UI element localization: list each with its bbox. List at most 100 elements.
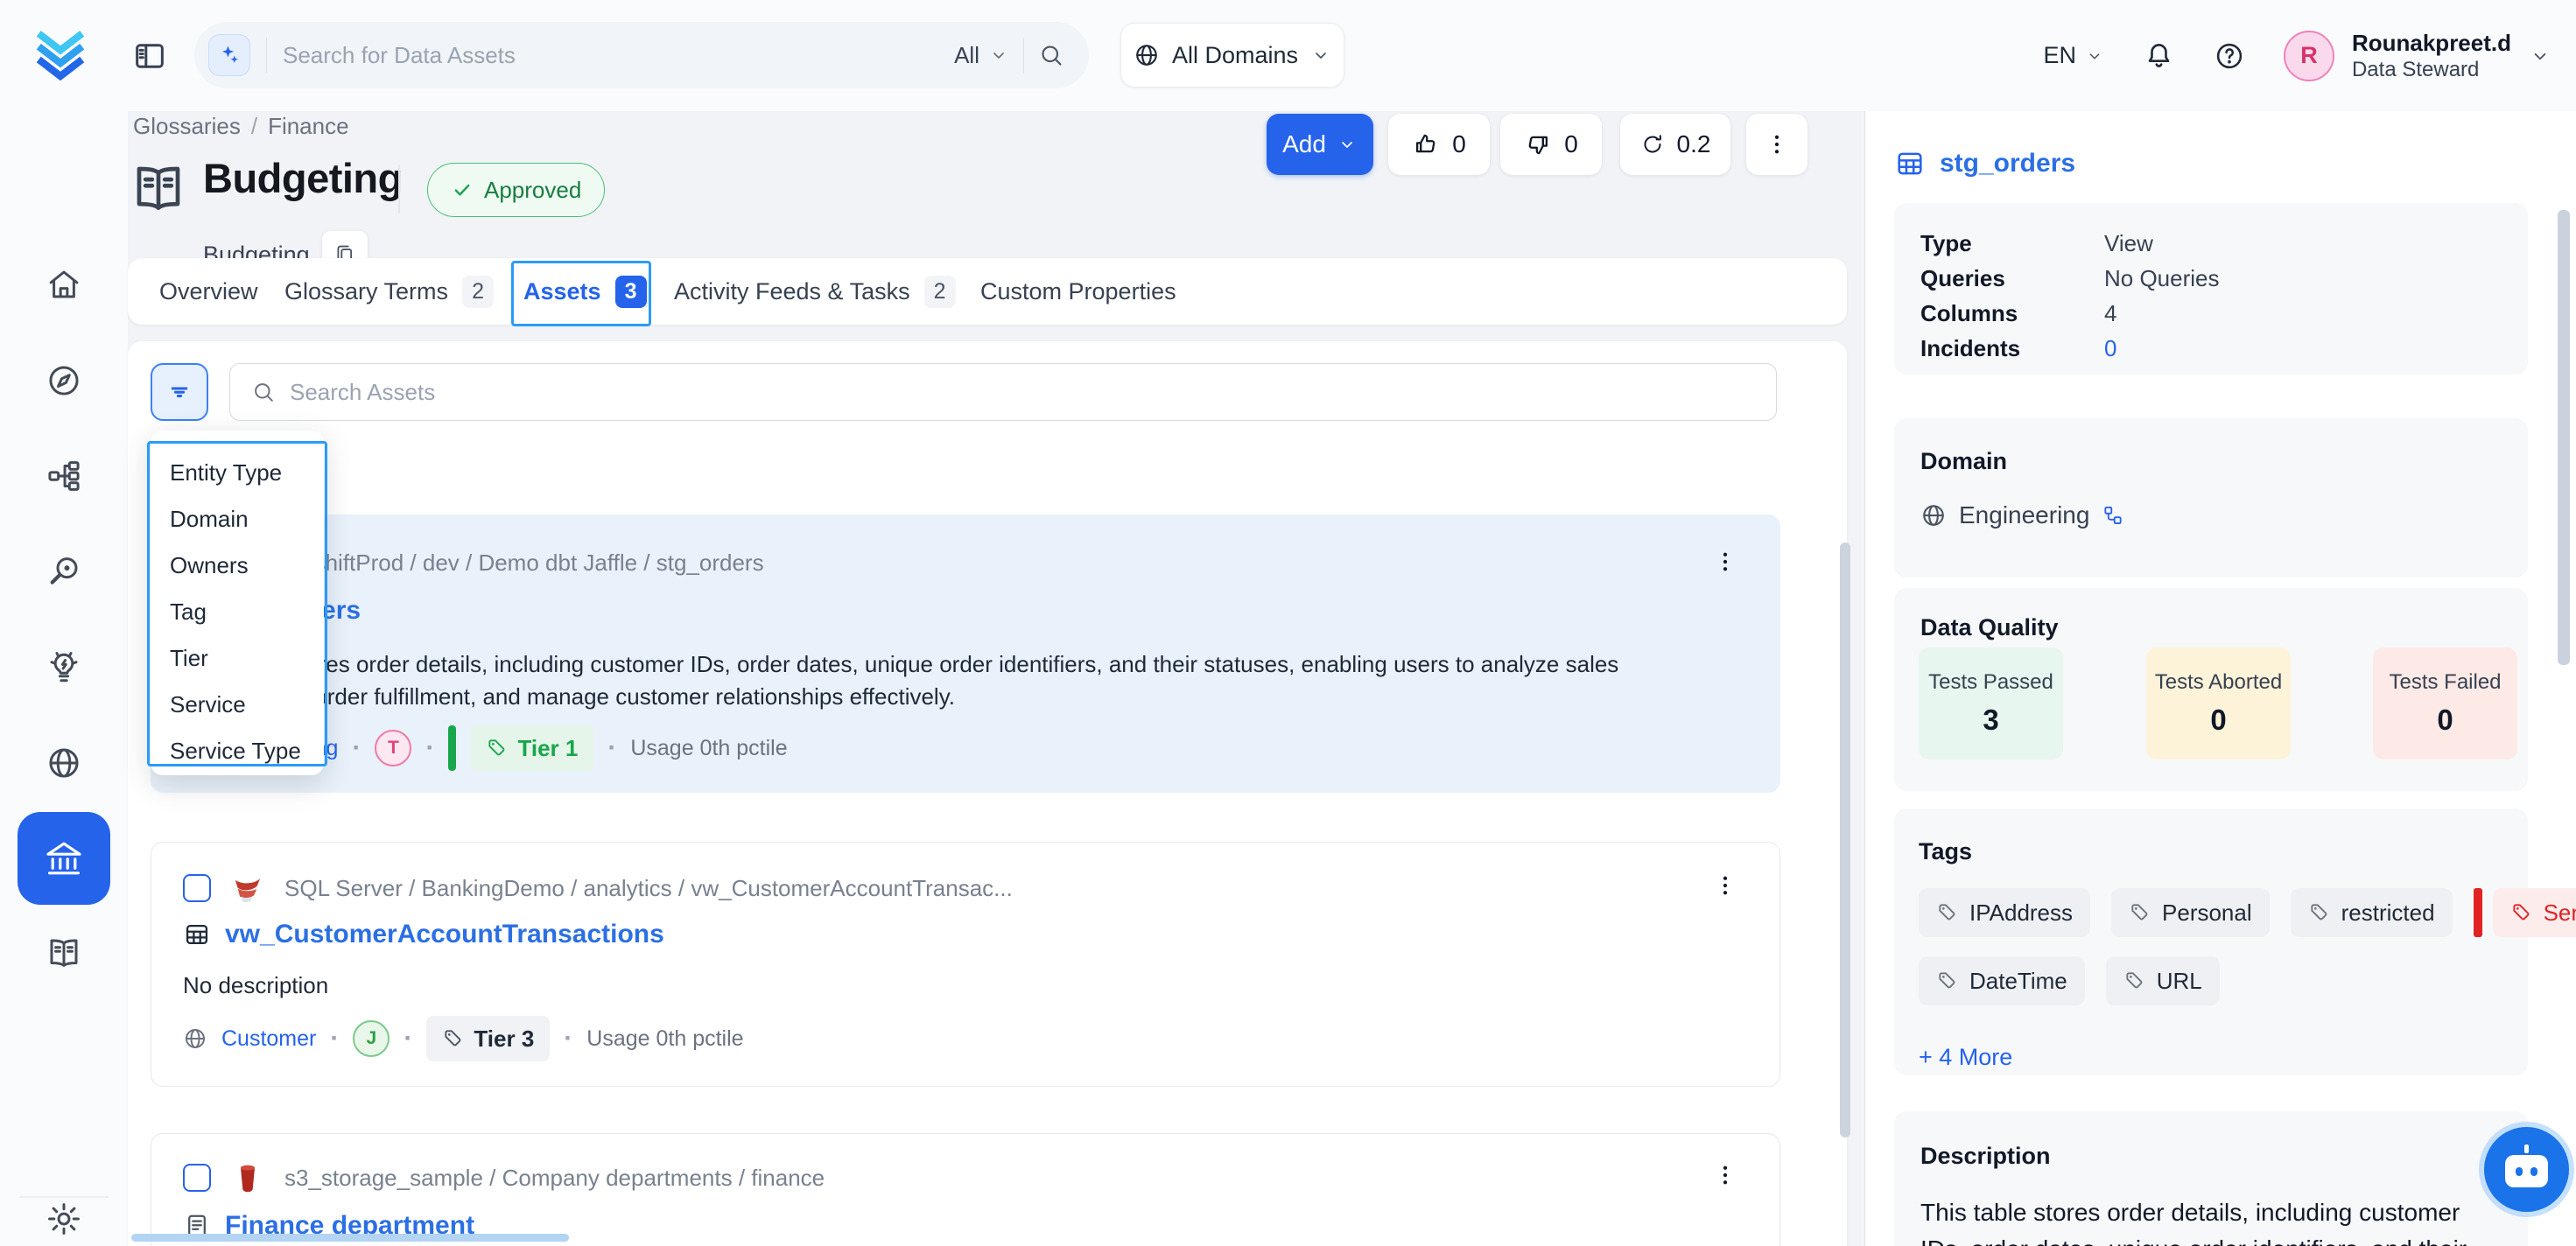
sidebar-item-settings[interactable] [46, 1200, 82, 1237]
tag-ipaddress[interactable]: IPAddress [1919, 888, 2090, 937]
notifications-icon[interactable] [2143, 39, 2175, 72]
all-domains-button[interactable]: All Domains [1120, 23, 1344, 88]
kebab-icon [1712, 1162, 1738, 1188]
filter-menu-item-service-type[interactable]: Service Type [151, 728, 324, 774]
filter-menu-item-owners[interactable]: Owners [151, 542, 324, 589]
like-button[interactable]: 0 [1388, 114, 1490, 175]
global-search-input[interactable] [283, 42, 938, 69]
search-scope-label: All [954, 42, 979, 69]
tag-datetime[interactable]: DateTime [1919, 956, 2085, 1005]
sidebar-item-governance[interactable] [18, 812, 110, 905]
language-select[interactable]: EN [2043, 42, 2104, 69]
sidebar-toggle-icon[interactable] [131, 38, 168, 74]
property-value: View [2104, 230, 2153, 257]
breadcrumb-finance[interactable]: Finance [268, 113, 349, 140]
asset-card-finance-department[interactable]: s3_storage_sample / Company departments … [151, 1133, 1780, 1246]
filter-menu-item-entity-type[interactable]: Entity Type [151, 450, 324, 496]
more-actions-button[interactable] [1746, 114, 1807, 175]
help-icon[interactable] [2214, 40, 2245, 72]
user-menu[interactable]: R Rounakpreet.d Data Steward [2284, 29, 2551, 83]
status-badge[interactable]: Approved [427, 163, 605, 217]
tag-label: DateTime [1969, 968, 2067, 995]
breadcrumb-glossaries[interactable]: Glossaries [133, 113, 241, 140]
sidebar-item-explore[interactable] [46, 362, 82, 399]
sidebar-item-discover[interactable] [46, 553, 82, 590]
tier-badge[interactable]: Tier 3 [426, 1016, 550, 1061]
sidebar-item-home[interactable] [46, 266, 82, 303]
app-logo[interactable] [32, 23, 89, 80]
horizontal-scrollbar[interactable] [131, 1234, 569, 1242]
asset-menu-button[interactable] [1708, 1155, 1743, 1195]
tab-custom-properties[interactable]: Custom Properties [980, 258, 1176, 325]
ai-sparkles-icon[interactable] [208, 34, 250, 76]
dislike-button[interactable]: 0 [1500, 114, 1602, 175]
asset-breadcrumb: SQL Server / BankingDemo / analytics / v… [284, 875, 1013, 902]
owner-avatar[interactable]: J [353, 1020, 390, 1057]
search-icon[interactable] [1038, 42, 1064, 68]
chevron-down-icon [988, 45, 1009, 66]
filter-menu-item-tier[interactable]: Tier [151, 635, 324, 682]
property-label: Queries [1920, 265, 2104, 292]
asset-breadcrumb: s3_storage_sample / Company departments … [284, 1165, 825, 1192]
property-value: 4 [2104, 300, 2116, 327]
tab-activity-feeds[interactable]: Activity Feeds & Tasks 2 [674, 258, 956, 325]
sidebar-item-docs[interactable] [46, 934, 82, 971]
asset-checkbox[interactable] [183, 1164, 211, 1192]
asset-checkbox[interactable] [183, 874, 211, 902]
preview-tags-card: Tags IPAddress Personal restricted Sensi… [1894, 808, 2528, 1075]
user-role: Data Steward [2352, 57, 2511, 83]
top-bar: All All Domains EN R Rounakpreet.d Data … [0, 0, 2576, 111]
global-search[interactable]: All [194, 22, 1089, 88]
check-icon [451, 178, 474, 201]
more-tags-link[interactable]: + 4 More [1919, 1044, 2528, 1071]
asset-menu-button[interactable] [1708, 542, 1743, 582]
add-button[interactable]: Add [1267, 114, 1373, 175]
chevron-down-icon [2529, 45, 2551, 67]
score-button[interactable]: 0.2 [1620, 114, 1730, 175]
asset-search-input[interactable] [290, 379, 1755, 406]
asset-card-vw-customer[interactable]: SQL Server / BankingDemo / analytics / v… [151, 842, 1780, 1087]
chevron-down-icon [1310, 45, 1331, 66]
incidents-link[interactable]: 0 [2104, 335, 2116, 362]
table-icon [183, 920, 211, 948]
owner-avatar[interactable]: T [375, 730, 411, 766]
tag-label: Personal [2162, 900, 2252, 927]
chat-assistant-button[interactable] [2484, 1127, 2569, 1212]
tab-assets[interactable]: Assets 3 [523, 258, 647, 325]
refresh-icon [1640, 132, 1665, 157]
property-label: Type [1920, 230, 2104, 257]
asset-title-link[interactable]: vw_CustomerAccountTransactions [225, 920, 664, 949]
sidebar-item-insights[interactable] [46, 649, 82, 686]
tag-personal[interactable]: Personal [2111, 888, 2270, 937]
tab-overview[interactable]: Overview [159, 258, 258, 325]
tab-label: Assets [523, 278, 601, 305]
tag-restricted[interactable]: restricted [2291, 888, 2453, 937]
tab-glossary-terms[interactable]: Glossary Terms 2 [284, 258, 494, 325]
tag-icon [2129, 901, 2151, 924]
search-scope-select[interactable]: All [954, 42, 1009, 69]
divider [266, 38, 267, 73]
main-scrollbar[interactable] [1840, 542, 1850, 1138]
filter-menu-item-tag[interactable]: Tag [151, 589, 324, 635]
table-icon [1894, 148, 1926, 179]
asset-search[interactable] [229, 363, 1777, 421]
sidebar-item-web[interactable] [46, 745, 82, 781]
asset-card-stg-orders[interactable]: redshiftProd / dev / Demo dbt Jaffle / s… [151, 514, 1780, 793]
avatar-initial: R [2300, 42, 2318, 69]
asset-domain-link[interactable]: Customer [221, 1026, 316, 1052]
asset-menu-button[interactable] [1708, 865, 1743, 906]
page-title: Budgeting [203, 154, 403, 202]
panel-scrollbar[interactable] [2558, 210, 2570, 665]
filter-menu-item-service[interactable]: Service [151, 682, 324, 728]
tag-sensitive[interactable]: Sensitive [2493, 888, 2576, 937]
tag-propagation-bar [2474, 888, 2482, 937]
description-text: This table stores order details, includi… [1920, 1194, 2502, 1246]
sidebar-item-lineage[interactable] [46, 458, 82, 494]
filter-menu-item-domain[interactable]: Domain [151, 496, 324, 542]
filter-button[interactable] [151, 363, 208, 421]
domain-value-link[interactable]: Engineering [1959, 501, 2089, 529]
tier-badge[interactable]: Tier 1 [470, 725, 593, 771]
preview-title-link[interactable]: stg_orders [1940, 149, 2075, 178]
tag-url[interactable]: URL [2106, 956, 2220, 1005]
subdomain-icon[interactable] [2102, 504, 2124, 527]
